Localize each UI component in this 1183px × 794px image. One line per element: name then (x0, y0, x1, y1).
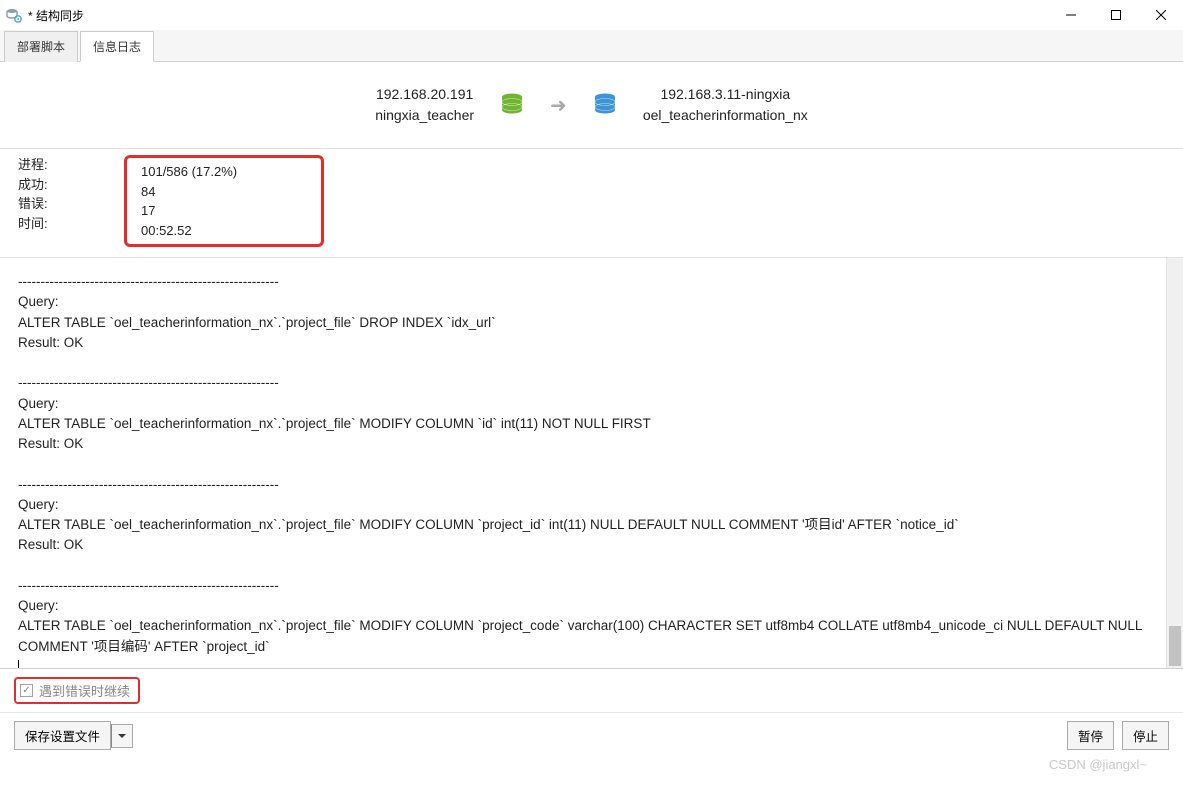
time-label: 时间: (18, 214, 124, 234)
database-icon-target (591, 91, 619, 119)
maximize-button[interactable] (1093, 1, 1138, 29)
target-connection: 192.168.3.11-ningxia oel_teacherinformat… (643, 84, 808, 126)
target-db: oel_teacherinformation_nx (643, 105, 808, 126)
scroll-thumb[interactable] (1169, 626, 1181, 666)
pause-button[interactable]: 暂停 (1067, 721, 1114, 750)
save-settings-dropdown[interactable] (111, 724, 133, 748)
close-button[interactable] (1138, 1, 1183, 29)
save-settings-button[interactable]: 保存设置文件 (14, 721, 111, 750)
text-cursor (18, 660, 19, 668)
window-title: * 结构同步 (28, 7, 84, 24)
time-value: 00:52.52 (141, 221, 307, 241)
continue-on-error-checkbox[interactable]: ✓ (20, 684, 33, 697)
log-textarea[interactable]: ----------------------------------------… (0, 258, 1166, 668)
minimize-button[interactable] (1048, 1, 1093, 29)
success-value: 84 (141, 182, 307, 202)
footer: 保存设置文件 暂停 停止 (0, 713, 1183, 758)
watermark: CSDN @jiangxl~ (1049, 757, 1147, 772)
scrollbar-vertical[interactable] (1166, 258, 1183, 668)
target-ip: 192.168.3.11-ningxia (643, 84, 808, 105)
process-label: 进程: (18, 155, 124, 175)
source-connection: 192.168.20.191 ningxia_teacher (375, 84, 474, 126)
stats-section: 进程: 成功: 错误: 时间: 101/586 (17.2%) 84 17 00… (0, 149, 1183, 258)
error-label: 错误: (18, 194, 124, 214)
process-value: 101/586 (17.2%) (141, 162, 307, 182)
continue-on-error-label: 遇到错误时继续 (39, 681, 130, 700)
source-ip: 192.168.20.191 (375, 84, 474, 105)
stats-highlight-box: 101/586 (17.2%) 84 17 00:52.52 (124, 155, 324, 247)
stop-button[interactable]: 停止 (1122, 721, 1169, 750)
source-db: ningxia_teacher (375, 105, 474, 126)
checkbox-row: ✓ 遇到错误时继续 (0, 669, 1183, 713)
arrow-right-icon: ➜ (550, 93, 567, 118)
success-label: 成功: (18, 175, 124, 195)
tab-info-log[interactable]: 信息日志 (80, 31, 154, 62)
app-icon (6, 7, 22, 23)
tabs: 部署脚本 信息日志 (0, 30, 1183, 62)
error-value: 17 (141, 201, 307, 221)
database-icon-source (498, 91, 526, 119)
titlebar: * 结构同步 (0, 0, 1183, 30)
tab-deploy-script[interactable]: 部署脚本 (4, 31, 78, 62)
connection-row: 192.168.20.191 ningxia_teacher ➜ 192.168… (0, 62, 1183, 149)
